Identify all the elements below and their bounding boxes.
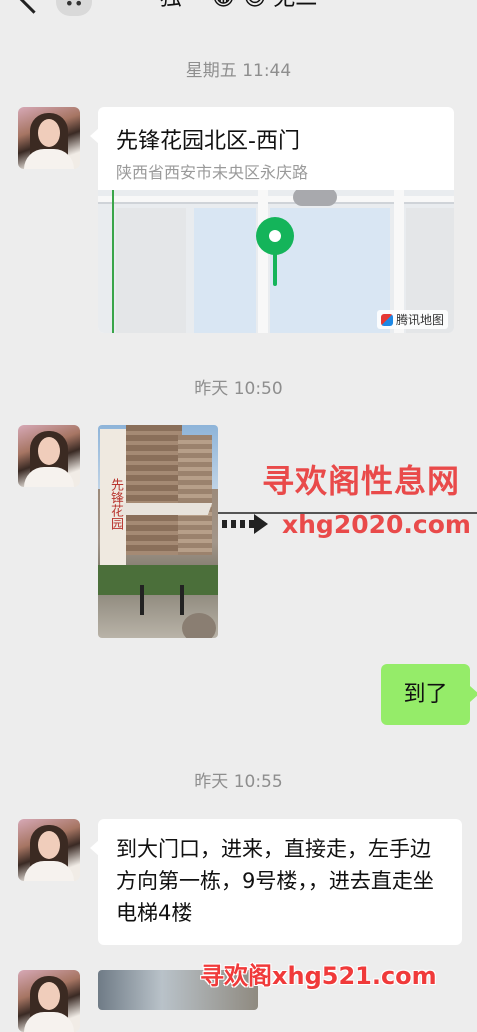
location-title: 先锋花园北区-西门 — [116, 129, 300, 154]
location-address: 陕西省西安市未央区永庆路 — [116, 163, 309, 182]
timestamp: 昨天 10:55 — [194, 772, 283, 792]
avatar[interactable] — [18, 107, 80, 169]
photo-message[interactable]: 先锋花园 — [98, 425, 218, 638]
avatar[interactable] — [18, 425, 80, 487]
outgoing-message[interactable]: 到了 — [381, 664, 470, 725]
chat-title: 独一 😂 😍 无二 — [0, 0, 477, 12]
map-provider-logo: 腾讯地图 — [376, 310, 448, 329]
incoming-message[interactable]: 到大门口，进来，直接走，左手边方向第一栋，9号楼，，进去直走坐电梯4楼 — [98, 819, 462, 945]
arrow-icon — [222, 520, 258, 528]
watermark-bottom: 寻欢阁xhg521.com — [200, 962, 437, 990]
avatar[interactable] — [18, 970, 80, 1032]
photo-sign-text: 先锋花园 — [100, 429, 126, 579]
location-card[interactable]: 先锋花园北区-西门 陕西省西安市未央区永庆路 腾讯地图 — [98, 107, 454, 333]
watermark-title: 寻欢阁性息网 — [262, 462, 461, 500]
timestamp: 昨天 10:50 — [194, 379, 283, 399]
bubble-tail — [470, 686, 477, 702]
map-preview[interactable]: 腾讯地图 — [98, 190, 454, 333]
watermark-url: xhg2020.com — [282, 510, 471, 539]
timestamp: 星期五 11:44 — [185, 61, 292, 81]
avatar[interactable] — [18, 819, 80, 881]
